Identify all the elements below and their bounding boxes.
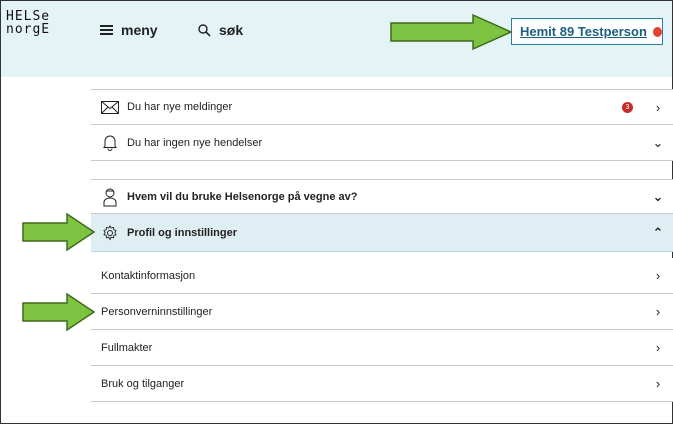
events-row[interactable]: Du har ingen nye hendelser ⌄ — [91, 125, 673, 161]
envelope-icon — [101, 100, 119, 114]
page-frame: HELSe norgE meny søk Hemit 89 Testperson… — [0, 0, 673, 424]
user-profile-button[interactable]: Hemit 89 Testperson — [511, 18, 663, 45]
menu-item-privacy-settings[interactable]: Personverninnstillinger › — [91, 294, 673, 330]
gear-icon — [101, 224, 119, 241]
chevron-right-icon: › — [655, 376, 661, 391]
user-name: Hemit 89 Testperson — [520, 24, 647, 39]
chevron-up-icon: ⌃ — [652, 224, 664, 240]
helsenorge-logo[interactable]: HELSe norgE — [6, 10, 50, 36]
profile-settings-row[interactable]: Profil og innstillinger ⌃ — [91, 214, 673, 252]
menu-item-label: Fullmakter — [101, 341, 153, 354]
hamburger-icon — [100, 23, 113, 37]
person-icon — [101, 187, 119, 207]
menu-item-usage-and-access[interactable]: Bruk og tilganger › — [91, 366, 673, 402]
logo-line-2: norgE — [6, 22, 51, 37]
menu-item-contact-info[interactable]: Kontaktinformasjon › — [91, 258, 673, 294]
messages-count-badge: 3 — [622, 101, 633, 113]
messages-row[interactable]: Du har nye meldinger 3 › — [91, 89, 673, 125]
chevron-down-icon: ⌄ — [652, 134, 664, 150]
act-on-behalf-row[interactable]: Hvem vil du bruke Helsenorge på vegne av… — [91, 179, 673, 214]
site-header: HELSe norgE meny søk Hemit 89 Testperson — [1, 1, 672, 77]
menu-label: meny — [121, 22, 158, 38]
menu-item-power-of-attorney[interactable]: Fullmakter › — [91, 330, 673, 366]
events-label: Du har ingen nye hendelser — [127, 136, 263, 149]
search-button[interactable]: søk — [198, 22, 243, 38]
annotation-arrow-icon — [22, 292, 96, 332]
profile-settings-label: Profil og innstillinger — [127, 226, 237, 239]
chevron-right-icon: › — [655, 268, 661, 283]
annotation-arrow-icon — [22, 212, 96, 252]
messages-label: Du har nye meldinger — [127, 101, 233, 113]
chevron-right-icon: › — [655, 304, 661, 319]
menu-button[interactable]: meny — [100, 22, 158, 38]
chevron-down-icon: ⌄ — [652, 188, 664, 204]
search-label: søk — [219, 22, 244, 38]
annotation-arrow-icon — [390, 13, 513, 51]
notification-dot-icon — [652, 26, 662, 37]
menu-item-label: Kontaktinformasjon — [101, 269, 196, 282]
bell-icon — [101, 135, 119, 151]
menu-item-label: Personverninnstillinger — [101, 305, 213, 318]
menu-item-label: Bruk og tilganger — [101, 377, 185, 390]
chevron-right-icon: › — [655, 340, 661, 355]
search-icon — [198, 23, 211, 37]
act-on-behalf-label: Hvem vil du bruke Helsenorge på vegne av… — [127, 190, 358, 203]
chevron-right-icon: › — [655, 99, 661, 115]
